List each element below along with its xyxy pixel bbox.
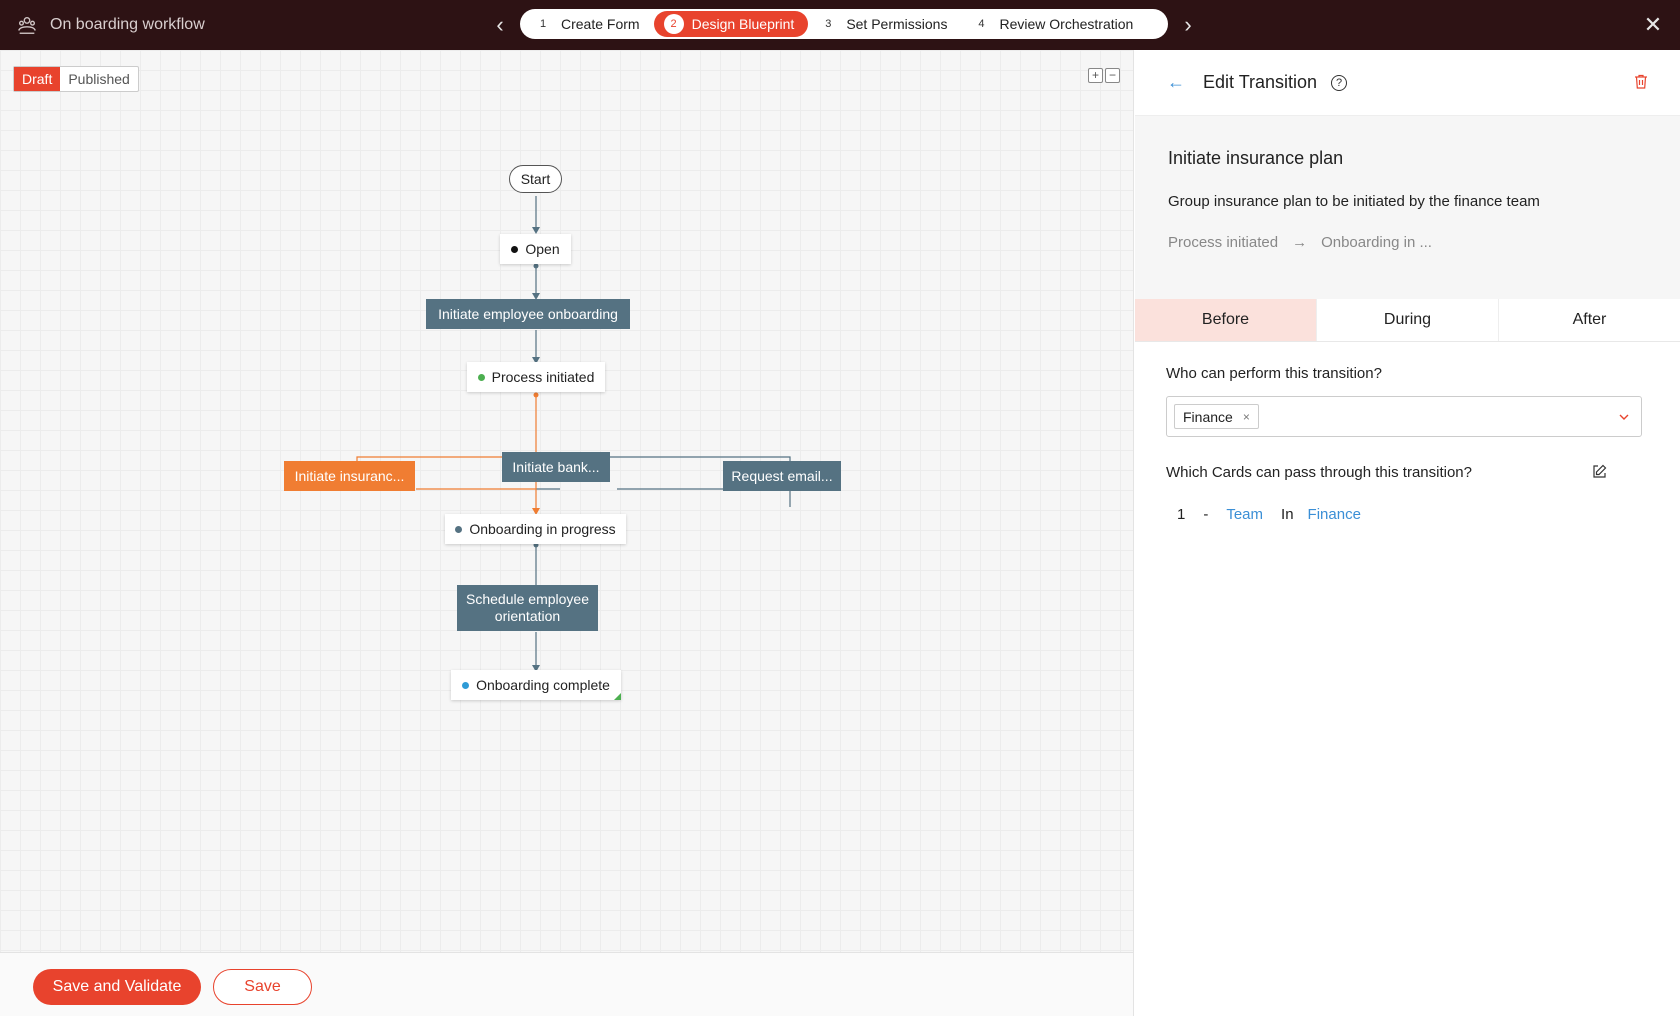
rule-field-link[interactable]: Team — [1226, 506, 1263, 523]
transition-schedule-orientation[interactable]: Schedule employee orientation — [457, 585, 598, 631]
which-cards-label: Which Cards can pass through this transi… — [1166, 464, 1472, 481]
step-number: 3 — [825, 18, 832, 30]
to-state: Onboarding in ... — [1321, 234, 1432, 251]
app-title-area: On boarding workflow — [16, 0, 205, 50]
arrow-right-icon: → — [1292, 234, 1308, 251]
app-title: On boarding workflow — [50, 16, 205, 33]
transition-initiate-employee-onboarding[interactable]: Initiate employee onboarding — [426, 299, 630, 329]
state-onboarding-in-progress[interactable]: Onboarding in progress — [445, 514, 626, 544]
chip-remove-icon[interactable]: × — [1243, 410, 1250, 424]
chip-label: Finance — [1183, 408, 1233, 425]
who-can-perform-label: Who can perform this transition? — [1166, 365, 1382, 382]
step-number: 1 — [539, 18, 547, 30]
wizard-stepper: 1 Create Form 2 Design Blueprint 3 Set P… — [520, 9, 1168, 39]
state-label: Process initiated — [491, 369, 595, 385]
trash-icon[interactable] — [1634, 74, 1648, 94]
transition-info: Initiate insurance plan Group insurance … — [1135, 116, 1680, 299]
edit-icon[interactable] — [1592, 464, 1607, 484]
rule-operator: In — [1281, 506, 1294, 523]
flow-connectors — [356, 196, 791, 672]
canvas-footer: Save and Validate Save — [0, 952, 1134, 1016]
start-node[interactable]: Start — [509, 165, 562, 193]
transition-request-email[interactable]: Request email... — [723, 461, 841, 491]
chevron-right-icon[interactable]: › — [1175, 12, 1201, 38]
from-state: Process initiated — [1168, 234, 1279, 251]
step-label: Create Form — [561, 16, 640, 32]
transition-tabs: Before During After — [1135, 299, 1680, 342]
transition-initiate-bank[interactable]: Initiate bank... — [502, 452, 610, 482]
workflow-icon — [18, 16, 36, 34]
chevron-left-icon[interactable]: ‹ — [487, 12, 513, 38]
state-label: Onboarding complete — [476, 677, 610, 693]
chevron-down-icon[interactable] — [1619, 409, 1629, 423]
panel-title: Edit Transition — [1203, 72, 1318, 92]
selected-chip: Finance × — [1174, 404, 1259, 429]
state-open[interactable]: Open — [500, 234, 571, 264]
step-number: 4 — [978, 18, 985, 30]
save-and-validate-button[interactable]: Save and Validate — [33, 969, 201, 1005]
step-label: Review Orchestration — [999, 16, 1134, 32]
state-label: Onboarding in progress — [469, 521, 616, 537]
step-design-blueprint[interactable]: 2 Design Blueprint — [653, 11, 809, 37]
close-icon[interactable]: ✕ — [1640, 12, 1666, 38]
state-process-initiated[interactable]: Process initiated — [467, 362, 605, 392]
transition-description: Group insurance plan to be initiated by … — [1168, 193, 1540, 210]
transition-label-line2: orientation — [494, 608, 561, 624]
step-label: Set Permissions — [846, 16, 948, 32]
performer-select[interactable]: Finance × — [1166, 396, 1642, 437]
blueprint-canvas[interactable]: Draft Published + − Start Open Initiate … — [0, 50, 1134, 952]
edit-transition-panel: ← Edit Transition ? Initiate insurance p… — [1135, 50, 1680, 1016]
state-dot — [477, 373, 485, 381]
panel-header: ← Edit Transition ? — [1135, 50, 1680, 116]
end-state-marker-icon — [614, 693, 621, 700]
save-button[interactable]: Save — [213, 969, 312, 1005]
state-dot — [462, 681, 470, 689]
rule-value-link[interactable]: Finance — [1308, 506, 1361, 523]
state-dot — [511, 245, 519, 253]
top-bar: On boarding workflow ‹ 1 Create Form 2 D… — [0, 0, 1680, 50]
step-label: Design Blueprint — [691, 16, 795, 32]
transition-name: Initiate insurance plan — [1168, 148, 1344, 168]
criteria-rule: 1 - Team In Finance — [1177, 506, 1361, 523]
step-number: 2 — [663, 14, 684, 34]
step-set-permissions[interactable]: 3 Set Permissions — [808, 11, 961, 37]
rule-dash: - — [1203, 506, 1209, 523]
step-create-form[interactable]: 1 Create Form — [523, 11, 654, 37]
tab-after[interactable]: After — [1499, 299, 1680, 341]
state-onboarding-complete[interactable]: Onboarding complete — [451, 670, 621, 700]
transition-path: Process initiated → Onboarding in ... — [1168, 234, 1648, 251]
transition-label-line1: Schedule employee — [466, 591, 589, 607]
rule-number: 1 — [1177, 506, 1186, 523]
step-review-orchestration[interactable]: 4 Review Orchestration — [961, 11, 1147, 37]
tab-before[interactable]: Before — [1135, 299, 1317, 341]
state-dot — [455, 525, 463, 533]
help-icon[interactable]: ? — [1331, 74, 1348, 91]
tab-during[interactable]: During — [1317, 299, 1499, 341]
transition-initiate-insurance[interactable]: Initiate insuranc... — [284, 461, 415, 491]
state-label: Open — [525, 241, 560, 257]
back-arrow-icon[interactable]: ← — [1167, 72, 1185, 93]
